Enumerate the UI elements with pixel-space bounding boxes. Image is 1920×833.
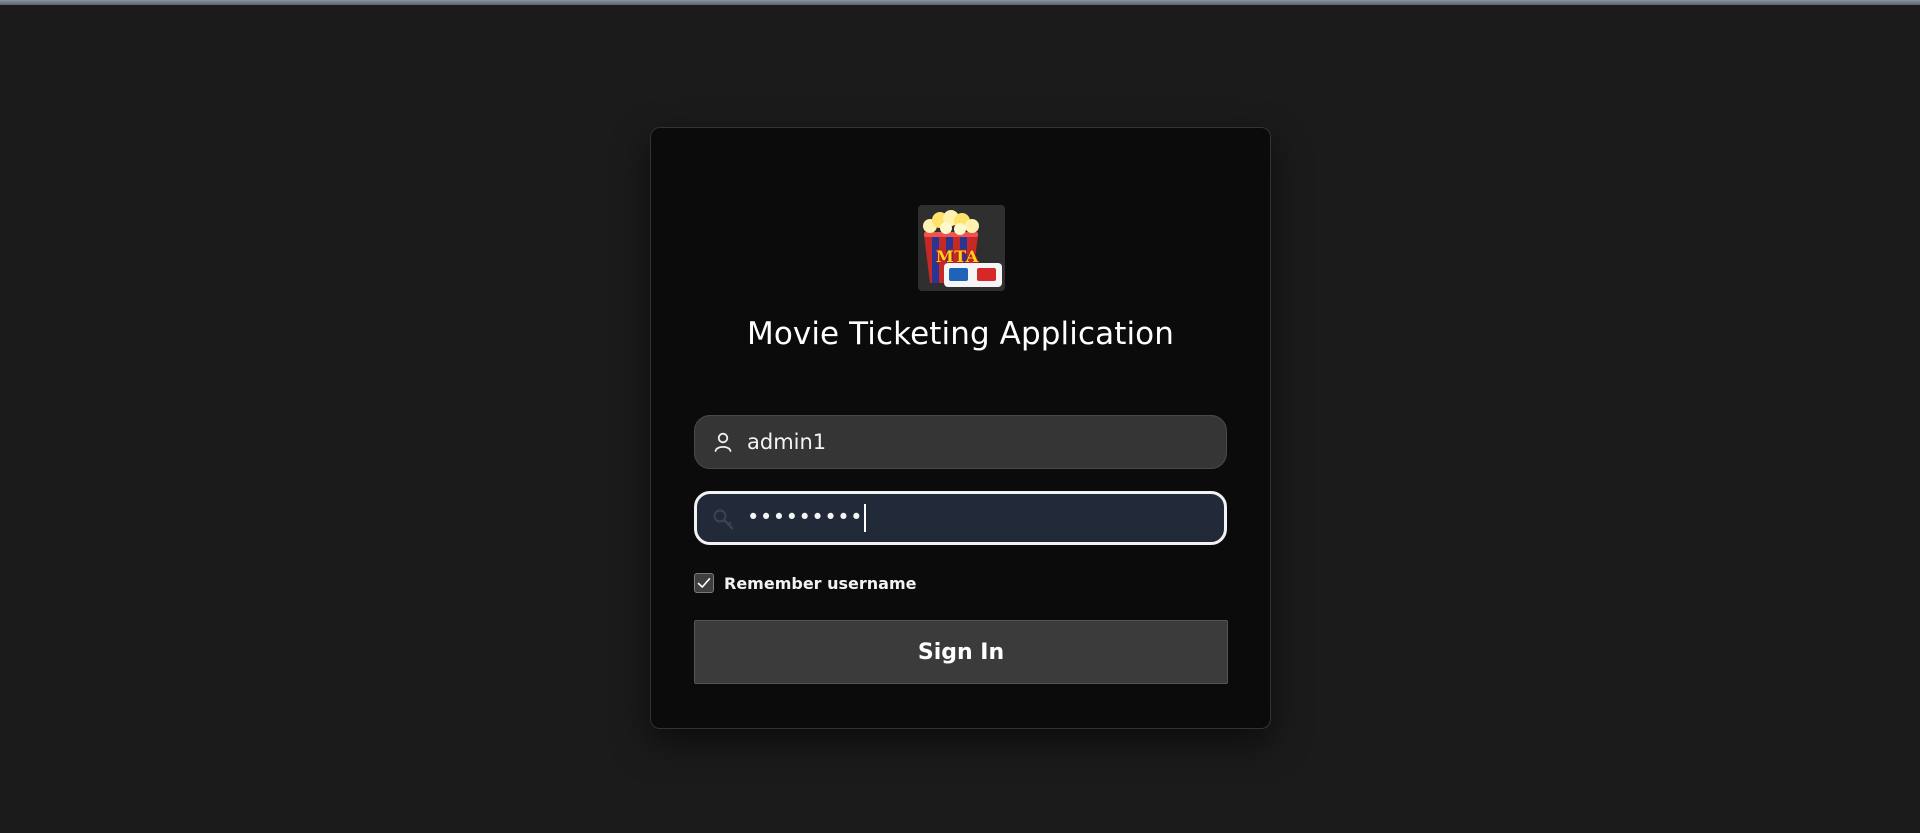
logo-text: MTA	[936, 247, 979, 266]
remember-label[interactable]: Remember username	[724, 574, 917, 593]
username-value[interactable]: admin1	[747, 430, 826, 454]
password-field[interactable]: •••••••••	[694, 491, 1227, 545]
app-logo: MTA	[918, 205, 1005, 291]
user-icon	[712, 431, 734, 453]
password-value[interactable]: •••••••••	[747, 504, 866, 532]
window-top-border	[0, 0, 1920, 5]
remember-checkbox[interactable]	[694, 573, 714, 593]
remember-username[interactable]: Remember username	[694, 572, 917, 594]
password-mask: •••••••••	[747, 505, 863, 529]
key-icon	[712, 507, 734, 530]
app-title: Movie Ticketing Application	[746, 316, 1174, 352]
username-field[interactable]: admin1	[694, 415, 1227, 469]
sign-in-button[interactable]: Sign In	[694, 620, 1228, 684]
login-card: MTA Movie Ticketing Application admin1 •…	[650, 127, 1271, 729]
checkmark-icon	[697, 578, 711, 588]
text-caret	[863, 504, 866, 532]
